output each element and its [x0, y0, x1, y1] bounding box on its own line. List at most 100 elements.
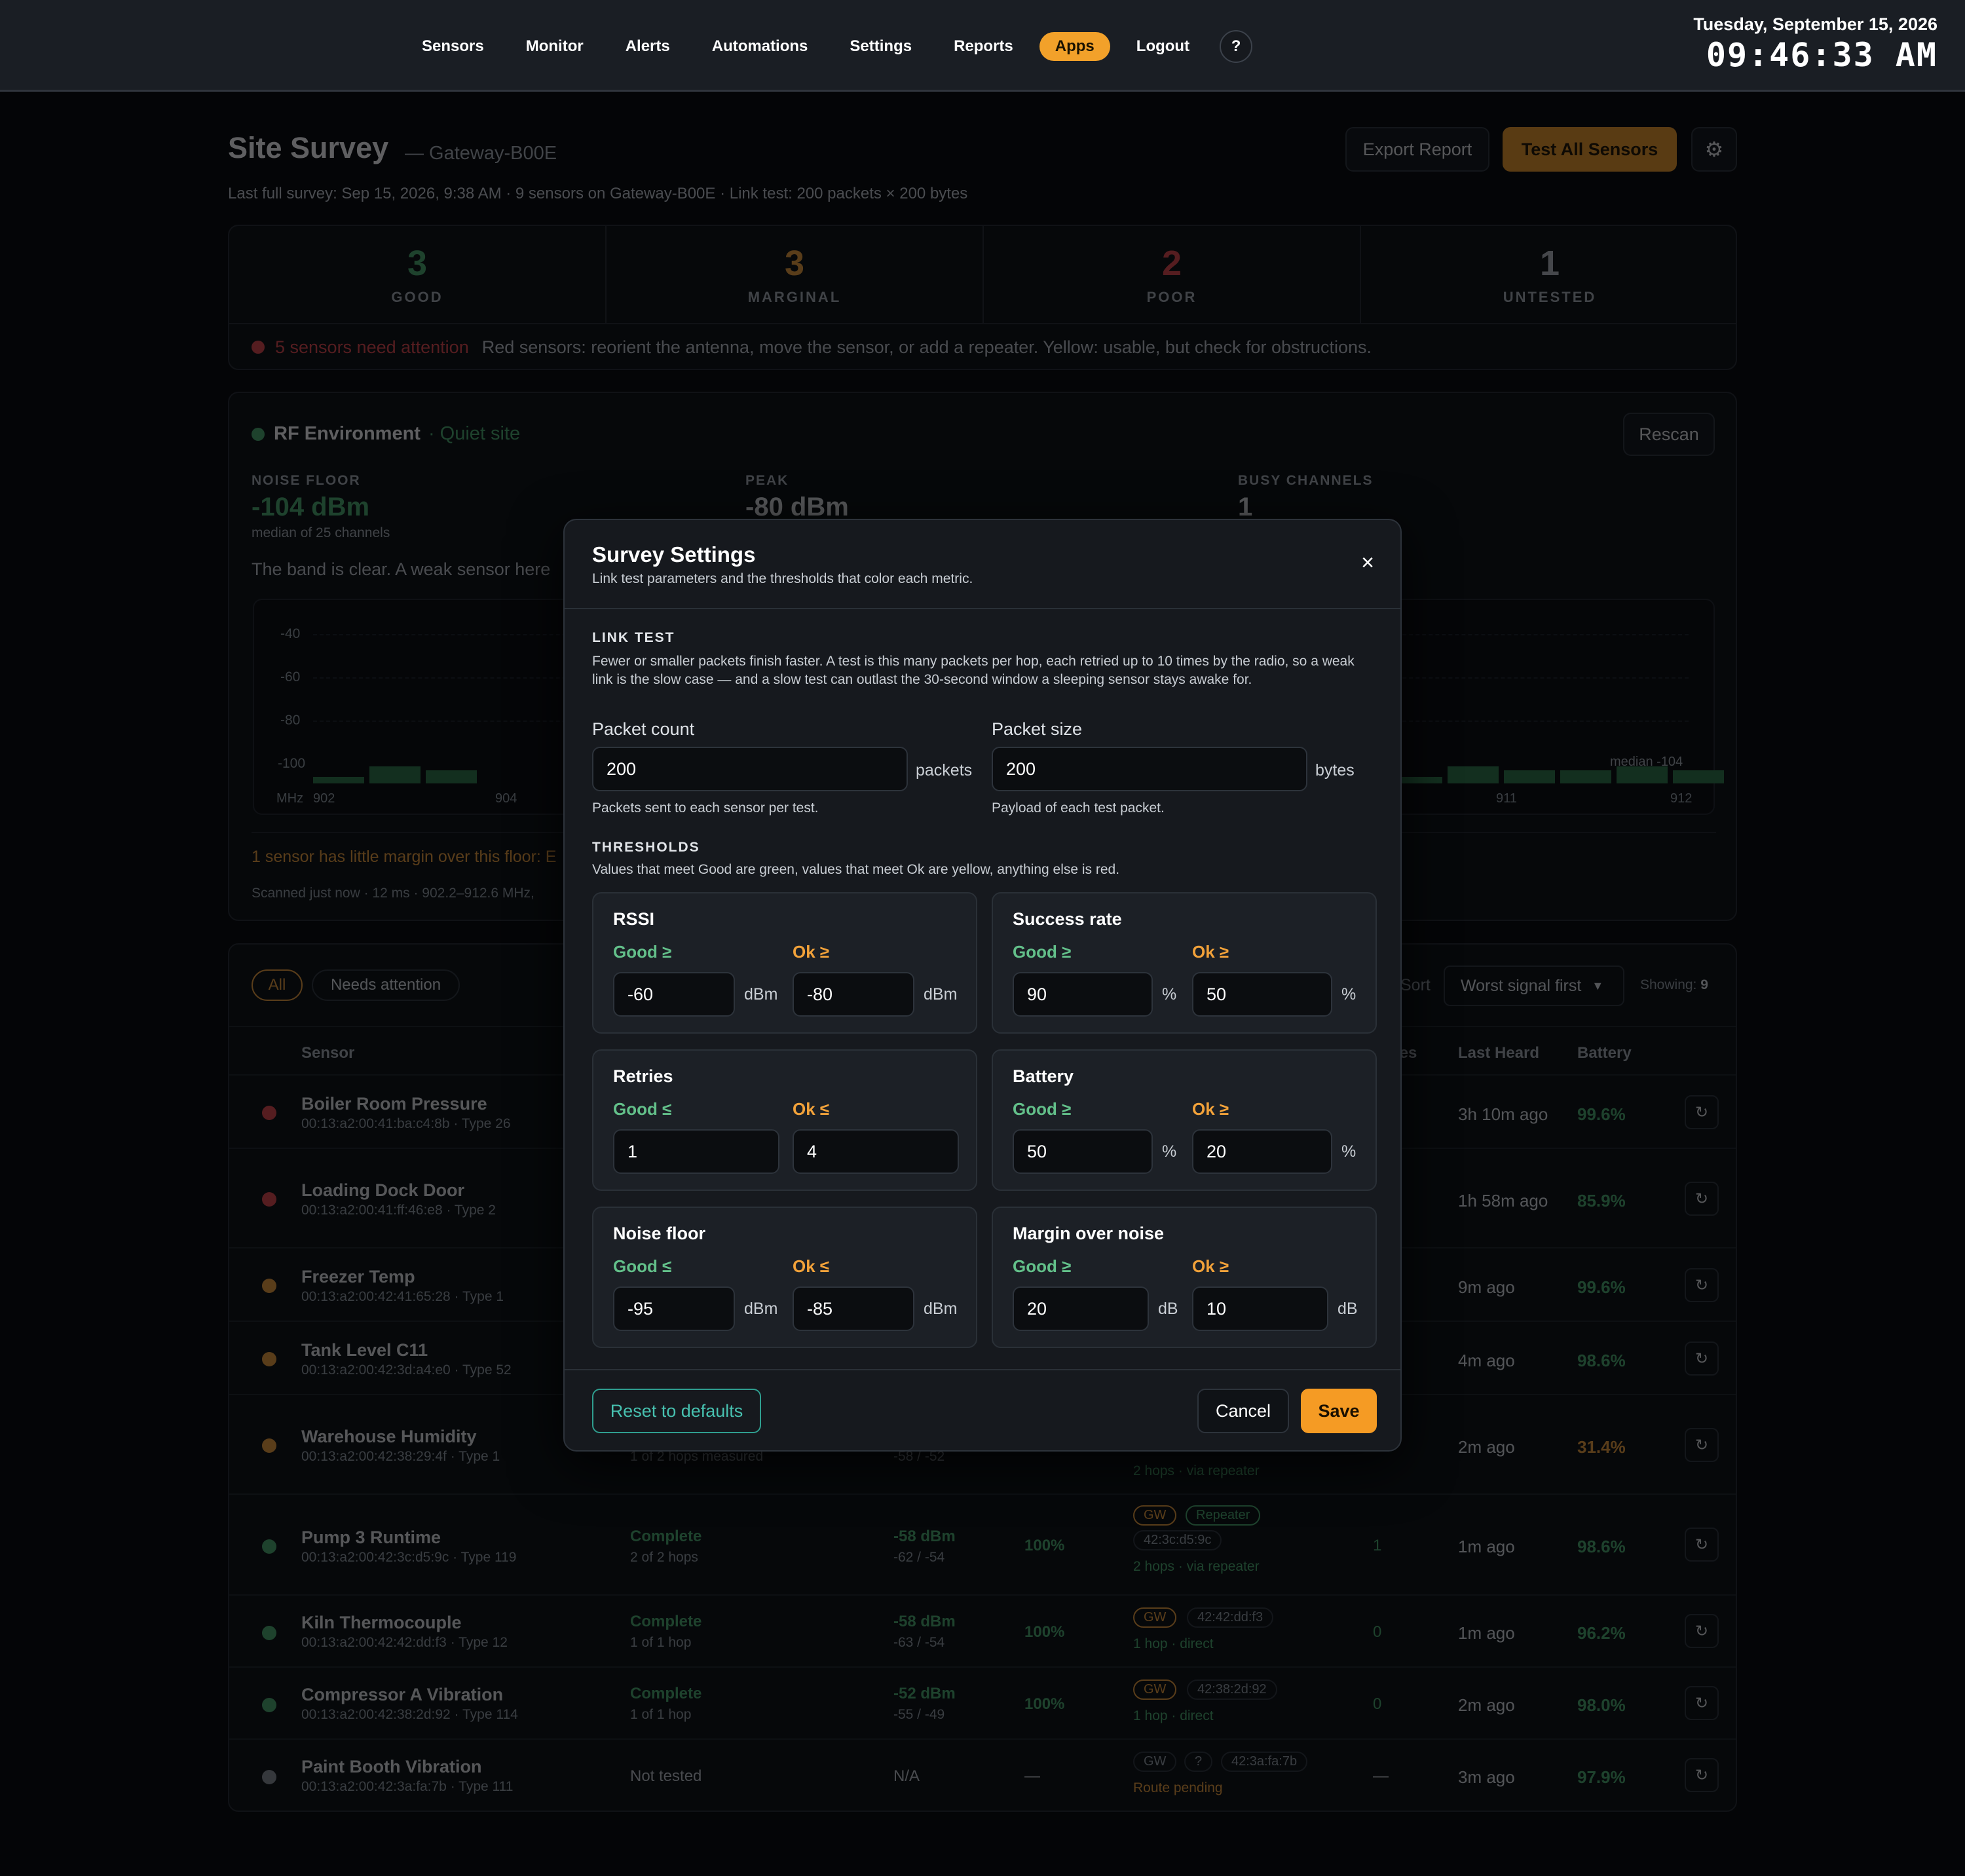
- threshold-card-battery: Battery Good ≥ Ok ≥ 50 % 20 %: [992, 1049, 1377, 1191]
- route: 2 hops · via repeater: [1133, 1559, 1260, 1574]
- refresh-icon[interactable]: ↻: [1685, 1268, 1719, 1302]
- stat-good-label: GOOD: [391, 289, 443, 305]
- last-heard: 2m ago: [1458, 1437, 1515, 1457]
- success-good-input[interactable]: 90: [1013, 972, 1153, 1017]
- attention-message: Red sensors: reorient the antenna, move …: [481, 337, 1372, 357]
- table-row[interactable]: Pump 3 Runtime 00:13:a2:00:42:3c:d5:9c ·…: [229, 1493, 1736, 1594]
- y-tick: -100: [278, 756, 306, 771]
- table-row[interactable]: Paint Booth Vibration 00:13:a2:00:42:3a:…: [229, 1738, 1736, 1810]
- noise-floor-value: -104 dBm: [252, 493, 370, 521]
- spectrum-bar: [1673, 770, 1724, 783]
- noise-good-input[interactable]: -95: [613, 1286, 735, 1331]
- hops: 1 of 1 hop: [630, 1707, 692, 1722]
- filter-all[interactable]: All: [252, 969, 303, 1001]
- unit-label: %: [1341, 1142, 1357, 1161]
- divider: [565, 608, 1400, 609]
- x-tick: 911: [1496, 791, 1517, 806]
- card-title: Margin over noise: [1013, 1224, 1165, 1243]
- gear-icon[interactable]: ⚙: [1691, 127, 1737, 172]
- refresh-icon[interactable]: ↻: [1685, 1182, 1719, 1216]
- battery-ok-input[interactable]: 20: [1192, 1129, 1332, 1174]
- card-title: Noise floor: [613, 1224, 706, 1243]
- table-row[interactable]: Compressor A Vibration 00:13:a2:00:42:38…: [229, 1666, 1736, 1738]
- sensor-id: 00:13:a2:00:42:42:dd:f3 · Type 12: [301, 1635, 508, 1650]
- sensor-name: Warehouse Humidity: [301, 1427, 477, 1446]
- margin-good-input[interactable]: 20: [1013, 1286, 1149, 1331]
- success-ok-input[interactable]: 50: [1192, 972, 1332, 1017]
- good-label: Good ≤: [613, 1099, 672, 1119]
- refresh-icon[interactable]: ↻: [1685, 1614, 1719, 1648]
- stat-marginal-value: 3: [784, 244, 805, 283]
- peak-label: PEAK: [745, 473, 789, 488]
- packet-count-input[interactable]: 200: [592, 747, 908, 791]
- link-test-description: Fewer or smaller packets finish faster. …: [592, 654, 1355, 687]
- retries-ok-input[interactable]: 4: [793, 1129, 959, 1174]
- sensor-name: Kiln Thermocouple: [301, 1613, 462, 1632]
- status-dot-icon: [262, 1279, 276, 1293]
- stat-marginal: 3 MARGINAL: [607, 226, 984, 323]
- refresh-icon[interactable]: ↻: [1685, 1428, 1719, 1462]
- success-rate: —: [1024, 1767, 1040, 1785]
- refresh-icon[interactable]: ↻: [1685, 1095, 1719, 1129]
- last-heard: 1h 58m ago: [1458, 1191, 1548, 1210]
- refresh-icon[interactable]: ↻: [1685, 1528, 1719, 1562]
- ok-label: Ok ≥: [1192, 1099, 1229, 1119]
- stat-poor-value: 2: [1161, 244, 1182, 283]
- noise-ok-input[interactable]: -85: [793, 1286, 914, 1331]
- y-tick: -40: [280, 626, 301, 641]
- sensor-id: 00:13:a2:00:41:ba:c4:8b · Type 26: [301, 1116, 511, 1131]
- save-button[interactable]: Save: [1301, 1389, 1377, 1433]
- chevron-down-icon: ▼: [1592, 979, 1604, 992]
- ok-label: Ok ≤: [793, 1256, 830, 1276]
- success-rate: 100%: [1024, 1623, 1065, 1641]
- modal-title: Survey Settings: [592, 542, 756, 567]
- rssi-ok-input[interactable]: -80: [793, 972, 914, 1017]
- status-dot-icon: [262, 1698, 276, 1712]
- rescan-button[interactable]: Rescan: [1623, 413, 1715, 456]
- status-dot-icon: [262, 1539, 276, 1554]
- sensor-id: 00:13:a2:00:42:3a:fa:7b · Type 111: [301, 1779, 514, 1794]
- tag-repeater: Repeater: [1186, 1505, 1261, 1526]
- alert-dot-icon: [252, 341, 265, 354]
- refresh-icon[interactable]: ↻: [1685, 1758, 1719, 1792]
- stat-untested: 1 UNTESTED: [1361, 226, 1738, 323]
- spectrum-bar: [1504, 770, 1555, 783]
- retries-good-input[interactable]: 1: [613, 1129, 779, 1174]
- battery: 99.6%: [1577, 1277, 1626, 1297]
- x-tick: 902: [313, 791, 335, 806]
- last-heard: 1m ago: [1458, 1537, 1515, 1556]
- x-unit: MHz: [276, 791, 304, 806]
- filter-needs-attention[interactable]: Needs attention: [312, 969, 460, 1001]
- modal-subtitle: Link test parameters and the thresholds …: [592, 571, 973, 586]
- spectrum-bar: [1560, 770, 1611, 783]
- export-report-button[interactable]: Export Report: [1345, 127, 1489, 172]
- margin-ok-input[interactable]: 10: [1192, 1286, 1328, 1331]
- sensor-id: 00:13:a2:00:41:ff:46:e8 · Type 2: [301, 1203, 496, 1218]
- card-title: Success rate: [1013, 909, 1122, 929]
- threshold-card-rssi: RSSI Good ≥ Ok ≥ -60 dBm -80 dBm: [592, 892, 977, 1034]
- threshold-card-retries: Retries Good ≤ Ok ≤ 1 4: [592, 1049, 977, 1191]
- sort-label: Sort: [1400, 976, 1431, 994]
- sort-select[interactable]: Worst signal first ▼: [1444, 966, 1624, 1006]
- page-title: Site Survey: [228, 131, 389, 164]
- battery: 98.6%: [1577, 1537, 1626, 1556]
- rssi-good-input[interactable]: -60: [613, 972, 735, 1017]
- packet-count-label: Packet count: [592, 719, 695, 739]
- retries: —: [1373, 1767, 1389, 1785]
- cancel-button[interactable]: Cancel: [1197, 1389, 1289, 1433]
- reset-defaults-button[interactable]: Reset to defaults: [592, 1389, 761, 1433]
- stat-poor-label: POOR: [1146, 289, 1197, 305]
- status-dot-icon: [262, 1438, 276, 1453]
- close-icon[interactable]: ×: [1361, 552, 1374, 574]
- table-row[interactable]: Kiln Thermocouple 00:13:a2:00:42:42:dd:f…: [229, 1594, 1736, 1666]
- battery-good-input[interactable]: 50: [1013, 1129, 1153, 1174]
- attention-banner: 5 sensors need attention Red sensors: re…: [229, 323, 1736, 370]
- test-result: Complete: [630, 1613, 702, 1630]
- refresh-icon[interactable]: ↻: [1685, 1686, 1719, 1720]
- success-rate: 100%: [1024, 1537, 1065, 1554]
- test-all-sensors-button[interactable]: Test All Sensors: [1503, 127, 1677, 172]
- unit-label: %: [1162, 985, 1177, 1004]
- thresholds-description: Values that meet Good are green, values …: [592, 862, 1120, 877]
- packet-size-input[interactable]: 200: [992, 747, 1307, 791]
- refresh-icon[interactable]: ↻: [1685, 1341, 1719, 1376]
